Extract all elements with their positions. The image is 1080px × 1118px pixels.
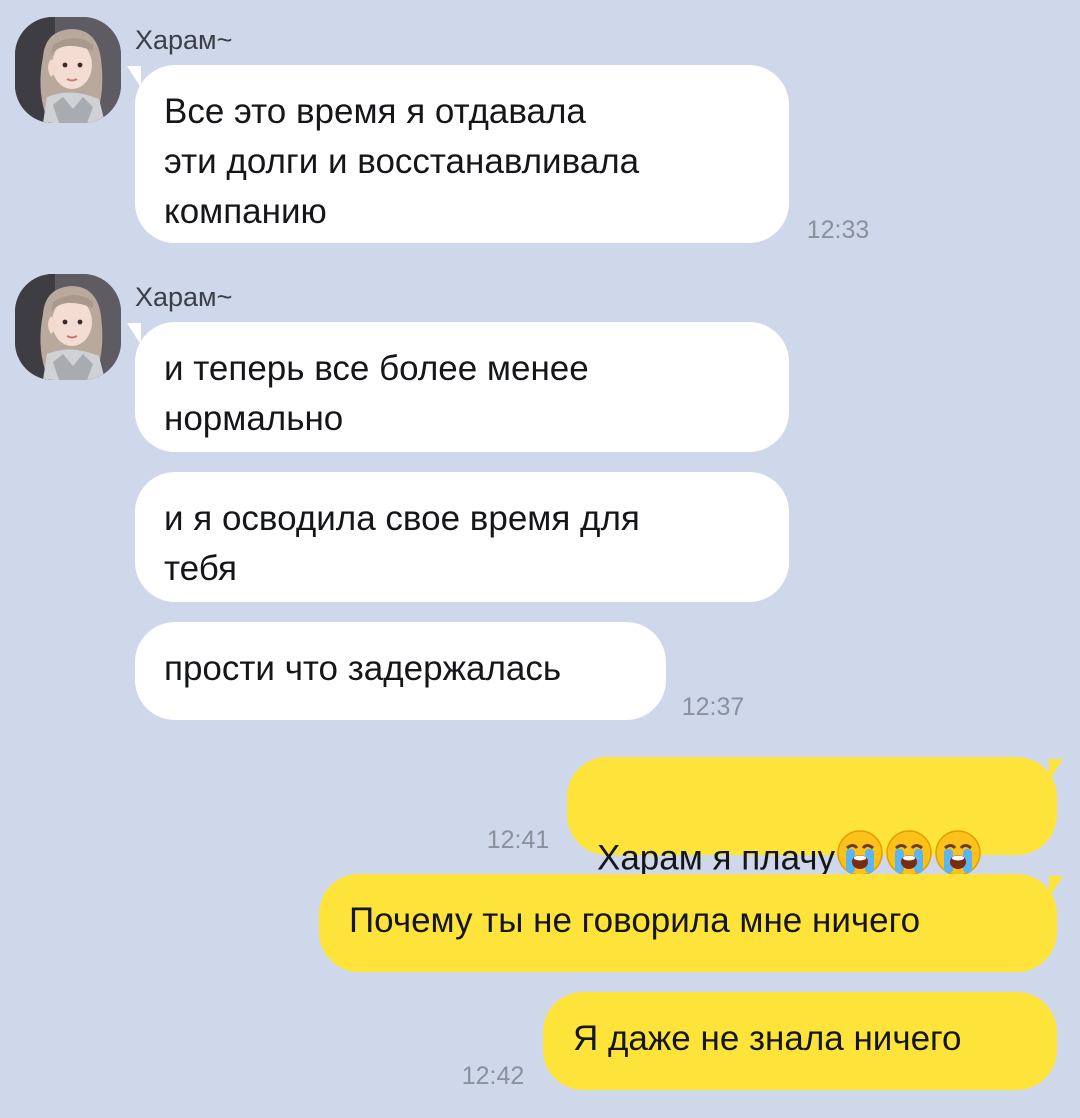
profile-photo-icon bbox=[15, 17, 121, 123]
contact-avatar[interactable] bbox=[15, 274, 121, 380]
bubble-tail bbox=[127, 66, 141, 88]
incoming-message[interactable]: и я осводила свое время для тебя bbox=[135, 472, 789, 602]
message-timestamp: 12:33 bbox=[806, 216, 870, 244]
sender-name: Харам~ bbox=[135, 282, 233, 312]
message-text: Харам я плачу bbox=[597, 838, 836, 878]
outgoing-message[interactable]: Я даже не знала ничего bbox=[543, 992, 1057, 1090]
message-timestamp: 12:37 bbox=[681, 693, 745, 721]
bubble-tail bbox=[127, 323, 141, 345]
profile-photo-icon bbox=[15, 274, 121, 380]
incoming-message[interactable]: Все это время я отдавала эти долги и вос… bbox=[135, 65, 789, 243]
outgoing-message[interactable]: Харам я плачу bbox=[567, 757, 1057, 877]
incoming-message[interactable]: и теперь все более менее нормально bbox=[135, 322, 789, 452]
message-timestamp: 12:42 bbox=[461, 1062, 525, 1090]
chat-thread[interactable]: Харам~ Все это время я отдавала эти долг… bbox=[0, 0, 1080, 1118]
contact-avatar[interactable] bbox=[15, 17, 121, 123]
sender-name: Харам~ bbox=[135, 25, 233, 55]
outgoing-message[interactable]: Почему ты не говорила мне ничего bbox=[319, 874, 1057, 972]
message-timestamp: 12:41 bbox=[486, 826, 550, 854]
incoming-message[interactable]: прости что задержалась bbox=[135, 622, 666, 720]
